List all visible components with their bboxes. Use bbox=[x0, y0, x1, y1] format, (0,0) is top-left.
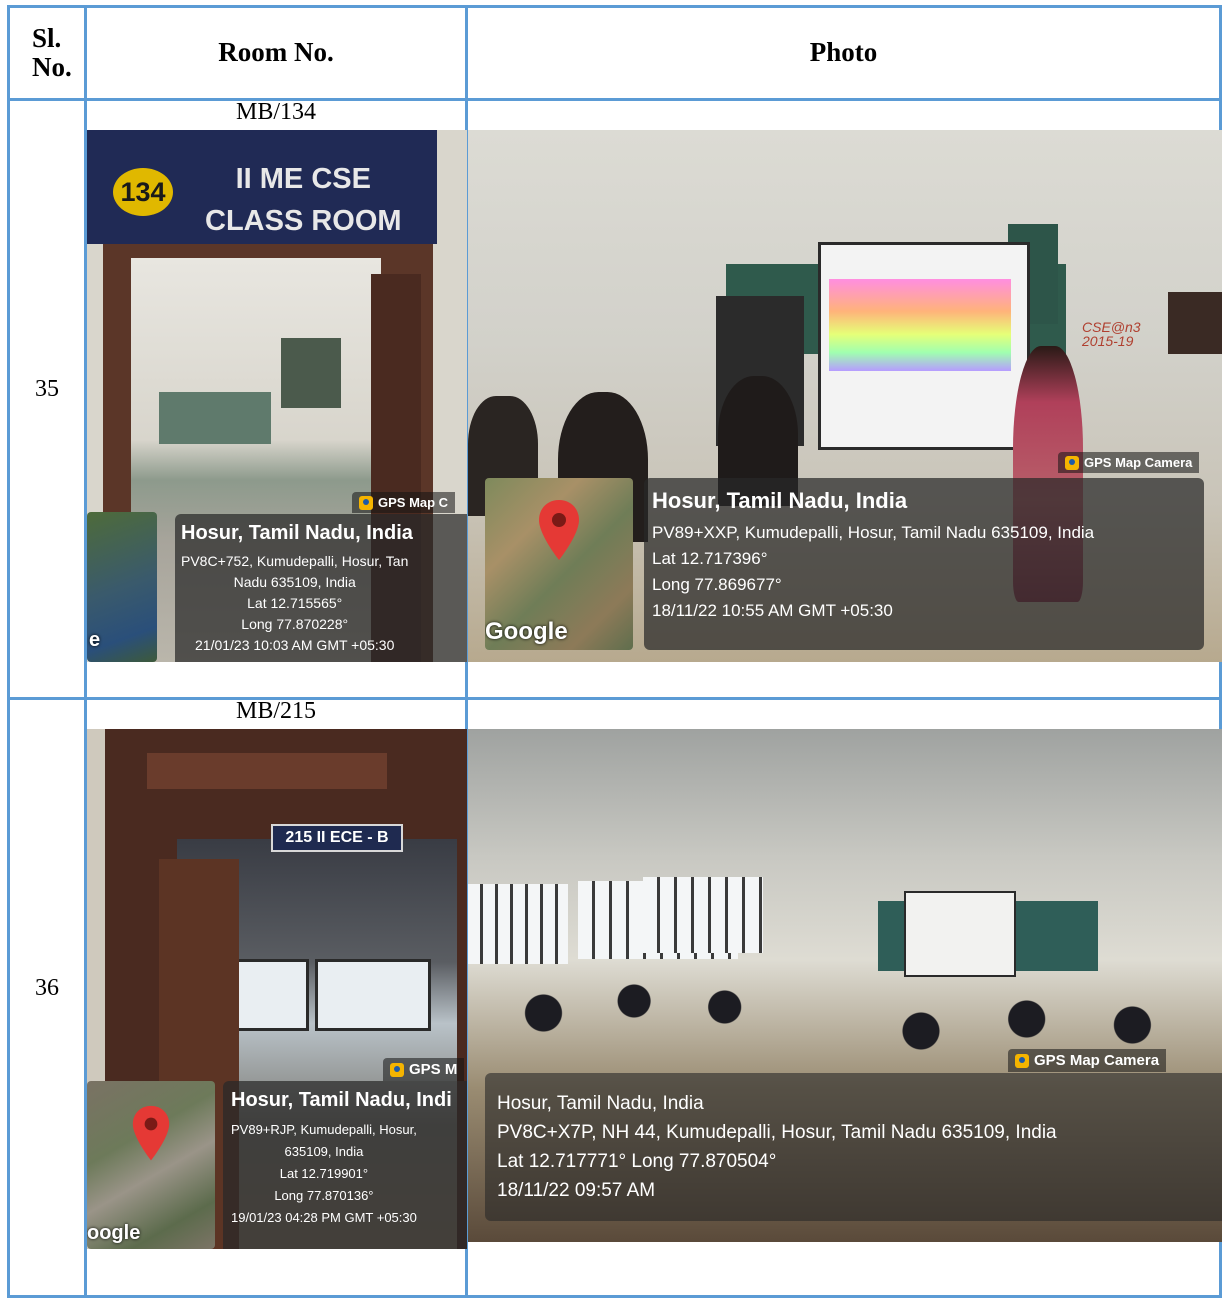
door-transom bbox=[147, 753, 387, 789]
wall-board bbox=[281, 338, 341, 408]
room-sign: 215 II ECE - B bbox=[271, 824, 403, 852]
gps-address: PV89+RJP, Kumudepalli, Hosur, bbox=[231, 1122, 417, 1137]
gps-time: 21/01/23 10:03 AM GMT +05:30 bbox=[195, 637, 395, 653]
chalkboard bbox=[159, 392, 271, 444]
gps-city: Hosur, Tamil Nadu, India bbox=[181, 522, 413, 544]
gps-camera-icon bbox=[359, 495, 373, 510]
google-logo: e bbox=[89, 629, 101, 651]
table-row: 36 MB/215 215 II ECE - B GPS M oogle Hos… bbox=[7, 697, 1222, 1298]
gps-info-box: Hosur, Tamil Nadu, Indi PV89+RJP, Kumude… bbox=[223, 1081, 467, 1249]
gps-camera-tag: GPS M bbox=[383, 1058, 465, 1081]
gps-long: Long 77.870136° bbox=[274, 1188, 374, 1203]
gps-camera-icon bbox=[390, 1062, 404, 1077]
header-photo: Photo bbox=[465, 5, 1222, 101]
gps-map-thumbnail: e bbox=[87, 512, 157, 662]
header-room-no: Room No. bbox=[84, 5, 468, 101]
room-sign: 134 II ME CSE CLASS ROOM bbox=[87, 130, 437, 244]
room-number: MB/215 bbox=[235, 698, 316, 724]
gps-city: Hosur, Tamil Nadu, India bbox=[652, 488, 908, 513]
header-row: Sl. No. Room No. Photo bbox=[7, 5, 1222, 101]
gps-camera-icon bbox=[1015, 1053, 1029, 1068]
gps-map-thumbnail: Google bbox=[485, 478, 633, 650]
map-marker-icon bbox=[539, 500, 579, 560]
photo-cell: CSE@n3 2015-19 GPS Map Camera Google Hos… bbox=[465, 98, 1222, 700]
gps-camera-tag: GPS Map C bbox=[352, 492, 456, 513]
room-door-photo: 134 II ME CSE CLASS ROOM GPS Map C e Hos… bbox=[87, 130, 467, 662]
gps-lat: Lat 12.719901° bbox=[279, 1166, 369, 1181]
gps-address-2: Nadu 635109, India bbox=[233, 574, 356, 590]
room-door-photo: 215 II ECE - B GPS M oogle Hosur, Tamil … bbox=[87, 729, 467, 1249]
board-note-2: 2015-19 bbox=[1082, 333, 1134, 349]
room-sign-number: 134 bbox=[113, 168, 173, 216]
gps-address-2: 635109, India bbox=[284, 1144, 364, 1159]
projection-screen bbox=[818, 242, 1030, 450]
google-logo: Google bbox=[485, 618, 568, 645]
gps-address: PV8C+X7P, NH 44, Kumudepalli, Hosur, Tam… bbox=[497, 1122, 1057, 1143]
header-no: No. bbox=[32, 52, 72, 82]
sl-cell: 35 bbox=[7, 98, 87, 700]
gps-address: PV89+XXP, Kumudepalli, Hosur, Tamil Nadu… bbox=[652, 523, 1095, 542]
room-number: MB/134 bbox=[235, 99, 316, 125]
gps-city: Hosur, Tamil Nadu, India bbox=[497, 1093, 704, 1114]
sl-cell: 36 bbox=[7, 697, 87, 1298]
gps-lat: Lat 12.715565° bbox=[247, 595, 343, 611]
window bbox=[468, 884, 568, 964]
window-2 bbox=[315, 959, 431, 1031]
board-note: CSE@n3 bbox=[1082, 319, 1141, 335]
classroom-photo: GPS Map Camera Hosur, Tamil Nadu, India … bbox=[468, 729, 1222, 1242]
gps-time: 18/11/22 10:55 AM GMT +05:30 bbox=[652, 601, 893, 620]
classroom-photo: CSE@n3 2015-19 GPS Map Camera Google Hos… bbox=[468, 130, 1222, 662]
map-marker-icon bbox=[132, 1105, 170, 1161]
gps-info-box: Hosur, Tamil Nadu, India PV8C+752, Kumud… bbox=[175, 514, 467, 662]
gps-time: 18/11/22 09:57 AM bbox=[497, 1180, 656, 1201]
gps-latlong: Lat 12.717771° Long 77.870504° bbox=[497, 1151, 777, 1172]
google-logo: oogle bbox=[87, 1222, 141, 1244]
room-sign-line2: CLASS ROOM bbox=[205, 205, 402, 237]
table-row: 35 MB/134 134 II ME CSE CLASS ROOM GPS M… bbox=[7, 98, 1222, 700]
gps-long: Long 77.870228° bbox=[241, 616, 349, 632]
wall-tv bbox=[1168, 292, 1222, 354]
gps-camera-icon bbox=[1065, 455, 1079, 470]
photo-cell: GPS Map Camera Hosur, Tamil Nadu, India … bbox=[465, 697, 1222, 1298]
gps-lat: Lat 12.717396° bbox=[652, 549, 768, 568]
room-photo-table: Sl. No. Room No. Photo 35 MB/134 134 II … bbox=[7, 5, 1222, 1298]
gps-address: PV8C+752, Kumudepalli, Hosur, Tan bbox=[181, 553, 409, 569]
window-3 bbox=[643, 877, 763, 953]
room-cell: MB/134 134 II ME CSE CLASS ROOM GPS Map … bbox=[84, 98, 468, 700]
gps-long: Long 77.869677° bbox=[652, 575, 782, 594]
room-sign-line1: II ME CSE bbox=[235, 163, 371, 195]
sl-number: 36 bbox=[35, 975, 59, 1001]
gps-info-box: Hosur, Tamil Nadu, India PV8C+X7P, NH 44… bbox=[485, 1073, 1222, 1221]
header-sl: Sl. bbox=[32, 23, 62, 53]
gps-time: 19/01/23 04:28 PM GMT +05:30 bbox=[231, 1210, 417, 1225]
gps-city: Hosur, Tamil Nadu, Indi bbox=[231, 1089, 452, 1111]
gps-camera-tag: GPS Map Camera bbox=[1058, 452, 1200, 473]
sl-number: 35 bbox=[35, 376, 59, 402]
projected-slide bbox=[829, 279, 1011, 371]
room-cell: MB/215 215 II ECE - B GPS M oogle Hosur,… bbox=[84, 697, 468, 1298]
header-sl-no: Sl. No. bbox=[7, 5, 87, 101]
gps-camera-tag: GPS Map Camera bbox=[1008, 1049, 1167, 1072]
gps-info-box: Hosur, Tamil Nadu, India PV89+XXP, Kumud… bbox=[644, 478, 1204, 650]
gps-map-thumbnail: oogle bbox=[87, 1081, 215, 1249]
